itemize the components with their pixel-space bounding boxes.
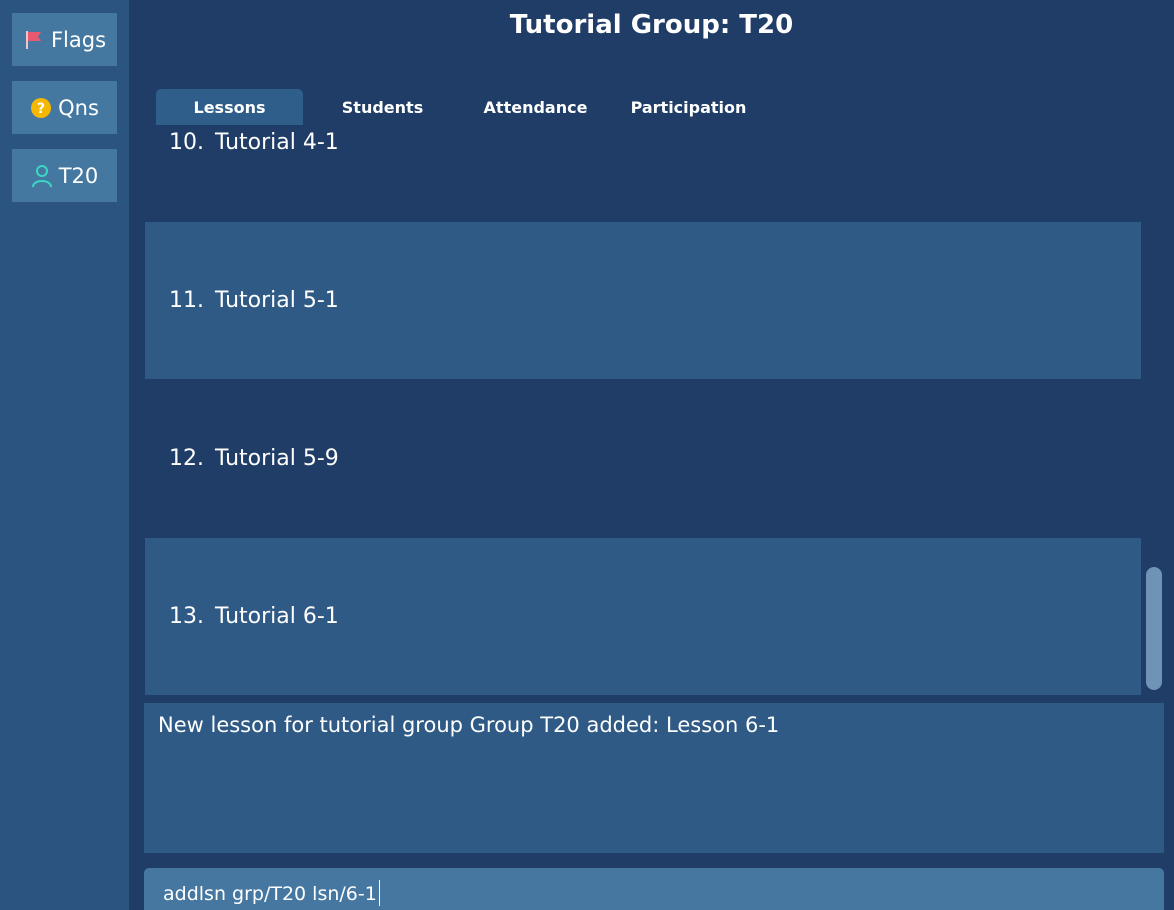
tab-participation[interactable]: Participation — [615, 89, 762, 125]
result-message: New lesson for tutorial group Group T20 … — [158, 713, 780, 737]
flags-label: Flags — [50, 27, 107, 52]
group-t20-button[interactable]: T20 — [12, 149, 117, 202]
person-icon — [31, 164, 53, 188]
tab-lessons[interactable]: Lessons — [156, 89, 303, 125]
lesson-list[interactable]: 10. Tutorial 4-1 11. Tutorial 5-1 12. Tu… — [145, 125, 1141, 695]
flags-button[interactable]: Flags — [12, 13, 117, 66]
lesson-item[interactable]: 10. Tutorial 4-1 — [145, 125, 1141, 221]
flag-icon — [23, 29, 45, 51]
text-caret — [378, 880, 380, 906]
lesson-name: Tutorial 5-9 — [215, 446, 339, 471]
lesson-item[interactable]: 11. Tutorial 5-1 — [145, 222, 1141, 379]
lesson-name: Tutorial 5-1 — [215, 288, 339, 313]
lesson-number: 11. — [169, 288, 204, 313]
lesson-item[interactable]: 12. Tutorial 5-9 — [145, 380, 1141, 537]
tab-attendance[interactable]: Attendance — [462, 89, 609, 125]
lesson-number: 13. — [169, 604, 204, 629]
sidebar: Flags ? Qns T20 — [0, 0, 129, 910]
questions-button[interactable]: ? Qns — [12, 81, 117, 134]
tab-students[interactable]: Students — [309, 89, 456, 125]
page-title: Tutorial Group: T20 — [509, 10, 794, 40]
lesson-number: 10. — [169, 130, 204, 155]
command-box[interactable]: addlsn grp/T20 lsn/6-1 — [144, 868, 1164, 910]
result-display: New lesson for tutorial group Group T20 … — [144, 703, 1164, 853]
questions-label: Qns — [58, 95, 99, 120]
lesson-list-scrollbar[interactable] — [1146, 567, 1162, 690]
lesson-number: 12. — [169, 446, 204, 471]
svg-text:?: ? — [37, 101, 45, 117]
question-icon: ? — [30, 97, 52, 119]
group-t20-label: T20 — [58, 163, 99, 188]
lesson-name: Tutorial 6-1 — [215, 604, 339, 629]
lesson-item[interactable]: 13. Tutorial 6-1 — [145, 538, 1141, 695]
lesson-name: Tutorial 4-1 — [215, 130, 339, 155]
command-input-text[interactable]: addlsn grp/T20 lsn/6-1 — [163, 883, 377, 905]
